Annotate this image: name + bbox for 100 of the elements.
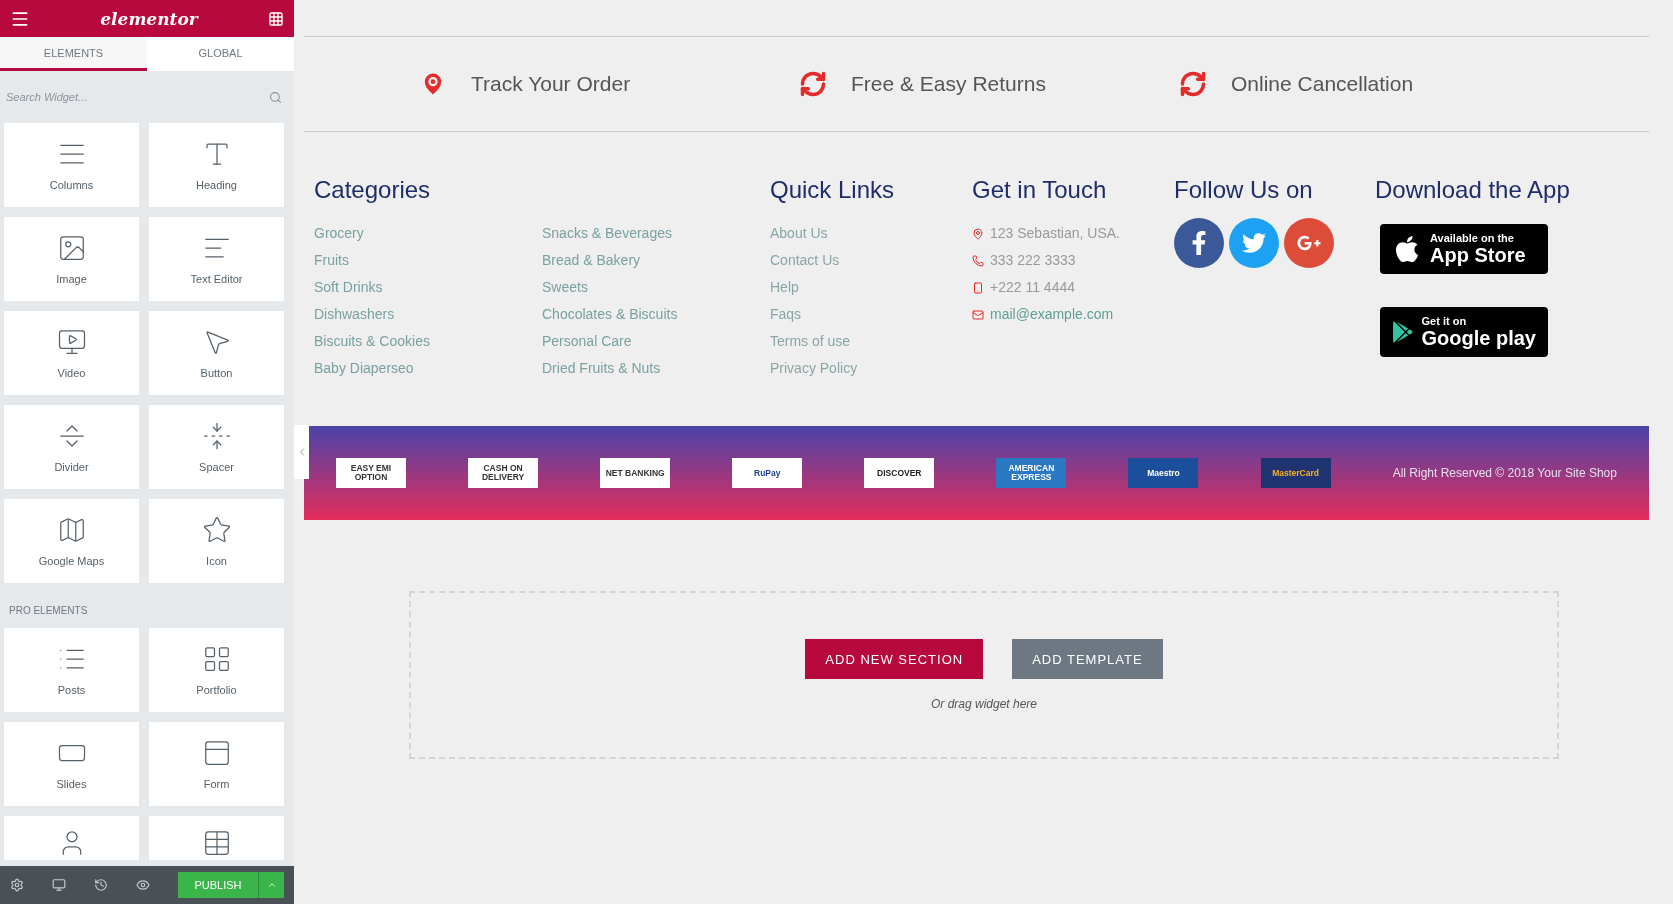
contact-text: +222 11 4444 <box>990 278 1075 297</box>
widget-label: Slides <box>56 778 87 790</box>
feature-label: Track Your Order <box>471 72 631 96</box>
contact-text: 333 222 3333 <box>990 251 1076 270</box>
refresh-icon <box>799 70 827 98</box>
widget-tile[interactable]: Icon <box>149 499 284 583</box>
widget-tile[interactable]: Button <box>149 311 284 395</box>
widget-tile[interactable]: Google Maps <box>4 499 139 583</box>
twitter-icon <box>1242 231 1266 255</box>
widget-tile[interactable]: Image <box>4 217 139 301</box>
category-link[interactable]: Dried Fruits & Nuts <box>542 355 770 382</box>
widget-label: Video <box>57 367 86 379</box>
history-icon[interactable] <box>94 878 108 892</box>
search-icon <box>269 90 282 104</box>
feature-label: Online Cancellation <box>1231 72 1414 96</box>
mobile-icon <box>972 281 984 294</box>
widget-label: Portfolio <box>196 684 237 696</box>
column-heading: Get in Touch <box>972 176 1108 204</box>
social-button[interactable] <box>1229 218 1279 268</box>
drop-hint: Or drag widget here <box>930 697 1038 711</box>
widget-tile[interactable]: Columns <box>4 123 139 207</box>
category-link[interactable]: Bread & Bakery <box>542 247 770 274</box>
feature-label: Free & Easy Returns <box>851 72 1046 96</box>
store-badge[interactable]: Available on the App Store <box>1380 224 1548 274</box>
apps-grid-icon[interactable] <box>268 10 284 27</box>
widget-tile[interactable]: Slides <box>4 722 139 806</box>
payment-logo: DISCOVER <box>864 458 935 488</box>
payment-logo: EASY EMI OPTION <box>336 458 406 488</box>
widget-tile[interactable]: Heading <box>149 123 284 207</box>
store-caption: Get it on <box>1421 314 1468 327</box>
widget-label: Icon <box>206 555 227 567</box>
store-caption: Available on the <box>1430 231 1515 244</box>
widget-tile[interactable]: Posts <box>4 628 139 712</box>
column-heading: Download the App <box>1375 176 1571 204</box>
panel-tab[interactable]: GLOBAL <box>147 37 294 71</box>
category-link[interactable]: Dishwashers <box>314 301 542 328</box>
widget-tile[interactable]: Portfolio <box>149 628 284 712</box>
publish-button[interactable]: PUBLISH <box>178 872 258 898</box>
store-name: Google play <box>1421 326 1536 350</box>
social-button[interactable] <box>1284 218 1334 268</box>
footer-link[interactable]: Terms of use <box>770 328 972 355</box>
widget-label: Spacer <box>199 461 234 473</box>
widget-label: Text Editor <box>190 273 243 285</box>
widget-label: Divider <box>54 461 89 473</box>
spacer-icon <box>201 421 232 451</box>
footer-link[interactable]: Privacy Policy <box>770 355 972 382</box>
panel-tab[interactable]: ELEMENTS <box>0 37 147 71</box>
add-template-button[interactable]: ADD TEMPLATE <box>1012 639 1163 679</box>
widget-tile[interactable]: Divider <box>4 405 139 489</box>
copyright-text: All Right Reserved © 2018 Your Site Shop <box>1392 466 1617 480</box>
map-pin-icon <box>972 227 984 240</box>
star-icon <box>201 515 232 545</box>
widget-label: Heading <box>196 179 237 191</box>
footer-link[interactable]: About Us <box>770 220 972 247</box>
footer-link[interactable]: Faqs <box>770 301 972 328</box>
category-link[interactable]: Soft Drinks <box>314 274 542 301</box>
widget-label: Form <box>203 778 230 790</box>
social-button[interactable] <box>1174 218 1224 268</box>
payment-logo: AMERICAN EXPRESS <box>996 458 1067 488</box>
widget-label: Posts <box>57 684 86 696</box>
widget-label: Image <box>56 273 87 285</box>
eye-icon[interactable] <box>136 878 150 892</box>
phone-icon <box>972 254 984 267</box>
category-link[interactable]: Baby Diaperseo <box>314 355 542 382</box>
caret-icon <box>266 880 277 890</box>
payment-logo: Maestro <box>1128 458 1199 488</box>
email-link[interactable]: mail@example.com <box>990 301 1114 328</box>
category-link[interactable]: Biscuits & Cookies <box>314 328 542 355</box>
widget-tile[interactable]: Text Editor <box>149 217 284 301</box>
category-link[interactable]: Grocery <box>314 220 542 247</box>
column-heading: Follow Us on <box>1174 176 1314 204</box>
contact-text: 123 Sebastian, USA. <box>990 224 1120 243</box>
widget-label: Button <box>200 367 233 379</box>
category-link[interactable]: Personal Care <box>542 328 770 355</box>
refresh-icon <box>1179 70 1207 98</box>
search-field[interactable]: Search Widget... <box>4 90 224 104</box>
category-link[interactable]: Fruits <box>314 247 542 274</box>
collapse-handle[interactable] <box>294 425 309 479</box>
footer-link[interactable]: Help <box>770 274 972 301</box>
payment-logo: RuPay <box>732 458 803 488</box>
store-name: App Store <box>1430 243 1526 267</box>
widget-tile[interactable]: Spacer <box>149 405 284 489</box>
category-link[interactable]: Snacks & Beverages <box>542 220 770 247</box>
payment-logo: CASH ON DELIVERY <box>468 458 539 488</box>
section-title: PRO ELEMENTS <box>8 604 89 618</box>
monitor-icon[interactable] <box>52 878 66 892</box>
payment-logo: NET BANKING <box>600 458 671 488</box>
settings-icon[interactable] <box>10 878 24 892</box>
add-section-button[interactable]: ADD NEW SECTION <box>805 639 984 679</box>
widget-tile[interactable] <box>149 816 284 860</box>
column-heading: Quick Links <box>770 176 896 204</box>
widget-tile[interactable]: Form <box>149 722 284 806</box>
widget-tile[interactable] <box>4 816 139 860</box>
footer-link[interactable]: Contact Us <box>770 247 972 274</box>
store-badge[interactable]: Get it on Google play <box>1380 307 1548 357</box>
category-link[interactable]: Chocolates & Biscuits <box>542 301 770 328</box>
widget-label: Columns <box>49 179 94 191</box>
column-heading: Categories <box>314 176 432 204</box>
category-link[interactable]: Sweets <box>542 274 770 301</box>
widget-tile[interactable]: Video <box>4 311 139 395</box>
